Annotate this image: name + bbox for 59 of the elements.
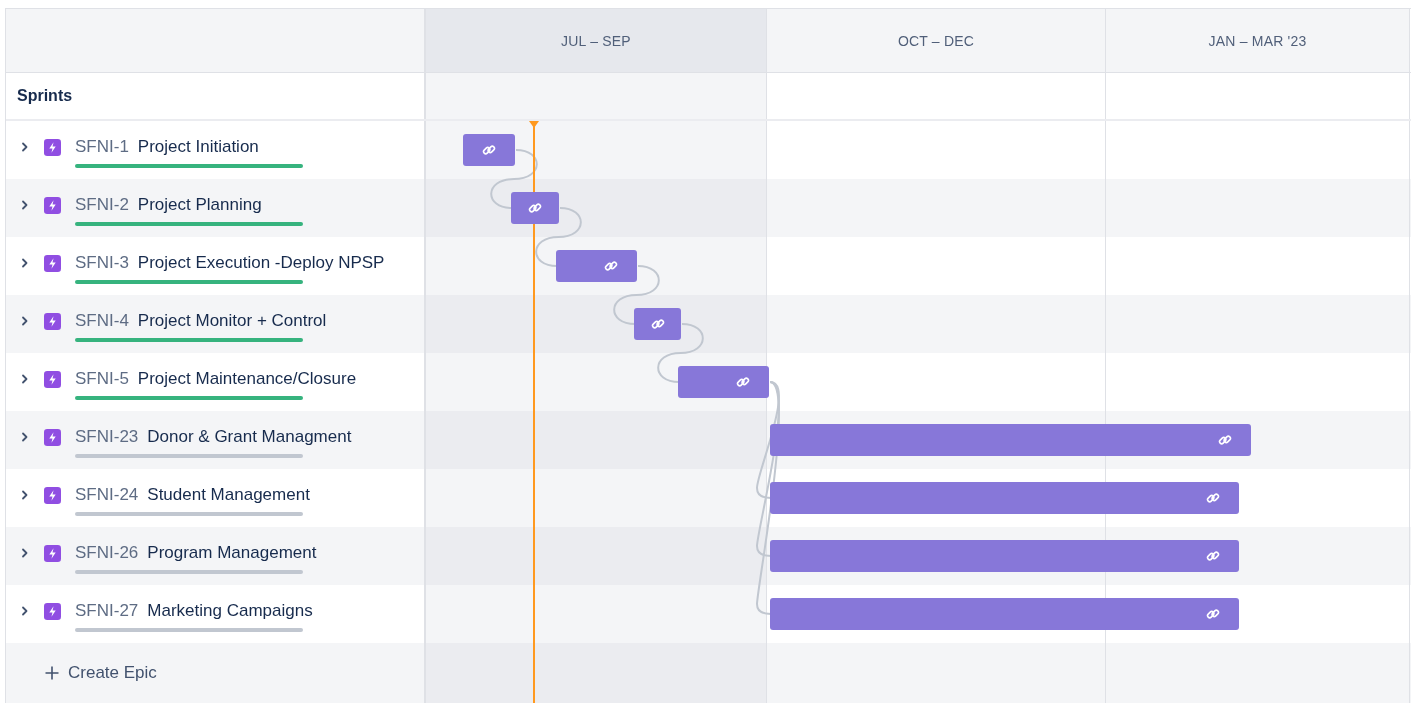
section-label: Sprints [17, 87, 73, 105]
dependency-line [613, 265, 660, 325]
link-icon [482, 143, 496, 157]
lightning-icon [44, 138, 61, 156]
link-icon [604, 259, 618, 273]
expand-chevron-icon[interactable] [21, 373, 30, 385]
lightning-icon [44, 486, 61, 504]
epic-title[interactable]: Program Management [147, 542, 317, 563]
lightning-icon [44, 428, 61, 446]
expand-chevron-icon[interactable] [21, 431, 30, 443]
epic-key[interactable]: SFNI-27 [75, 600, 139, 621]
quarter-header: OCT – DEC [767, 9, 1106, 72]
link-icon [528, 201, 542, 215]
expand-chevron-icon[interactable] [21, 315, 30, 327]
epic-title[interactable]: Marketing Campaigns [147, 600, 313, 621]
plus-icon [45, 666, 59, 680]
epic-title[interactable]: Donor & Grant Managment [147, 426, 352, 447]
lightning-icon [44, 196, 61, 214]
epic-key[interactable]: SFNI-4 [75, 310, 129, 331]
lightning-icon [44, 254, 61, 272]
epic-key[interactable]: SFNI-1 [75, 136, 129, 157]
lightning-icon [44, 602, 61, 620]
expand-chevron-icon[interactable] [21, 257, 30, 269]
quarter-header: JUL – SEP [426, 9, 767, 72]
expand-chevron-icon[interactable] [21, 489, 30, 501]
expand-chevron-icon[interactable] [21, 141, 30, 153]
link-icon [1206, 549, 1220, 563]
epic-key[interactable]: SFNI-2 [75, 194, 129, 215]
epic-bar[interactable] [511, 192, 559, 224]
epic-bar[interactable] [556, 250, 637, 282]
lightning-icon [44, 370, 61, 388]
lightning-icon [44, 312, 61, 330]
dependency-line [657, 323, 704, 383]
epic-bar[interactable] [463, 134, 515, 166]
epic-title[interactable]: Project Initiation [137, 136, 259, 157]
epic-title[interactable]: Project Maintenance/Closure [137, 368, 357, 389]
epic-bar[interactable] [634, 308, 681, 340]
expand-chevron-icon[interactable] [21, 547, 30, 559]
epic-key[interactable]: SFNI-5 [75, 368, 129, 389]
dependency-line [535, 207, 582, 267]
epic-title[interactable]: Project Planning [137, 194, 262, 215]
epic-title[interactable]: Project Monitor + Control [137, 310, 327, 331]
quarter-header: JAN – MAR '23 [1106, 9, 1410, 72]
link-icon [1206, 607, 1220, 621]
dependency-line [490, 149, 538, 209]
lightning-icon [44, 544, 61, 562]
epic-title[interactable]: Student Management [147, 484, 310, 505]
epic-key[interactable]: SFNI-3 [75, 252, 129, 273]
expand-chevron-icon[interactable] [21, 199, 30, 211]
create-epic-button[interactable]: Create Epic [43, 659, 159, 687]
epic-key[interactable]: SFNI-23 [75, 426, 139, 447]
link-icon [1206, 491, 1220, 505]
expand-chevron-icon[interactable] [21, 605, 30, 617]
epic-key[interactable]: SFNI-24 [75, 484, 139, 505]
epic-title[interactable]: Project Execution -Deploy NPSP [137, 252, 385, 273]
epic-key[interactable]: SFNI-26 [75, 542, 139, 563]
link-icon [736, 375, 750, 389]
link-icon [1218, 433, 1232, 447]
link-icon [650, 317, 665, 331]
